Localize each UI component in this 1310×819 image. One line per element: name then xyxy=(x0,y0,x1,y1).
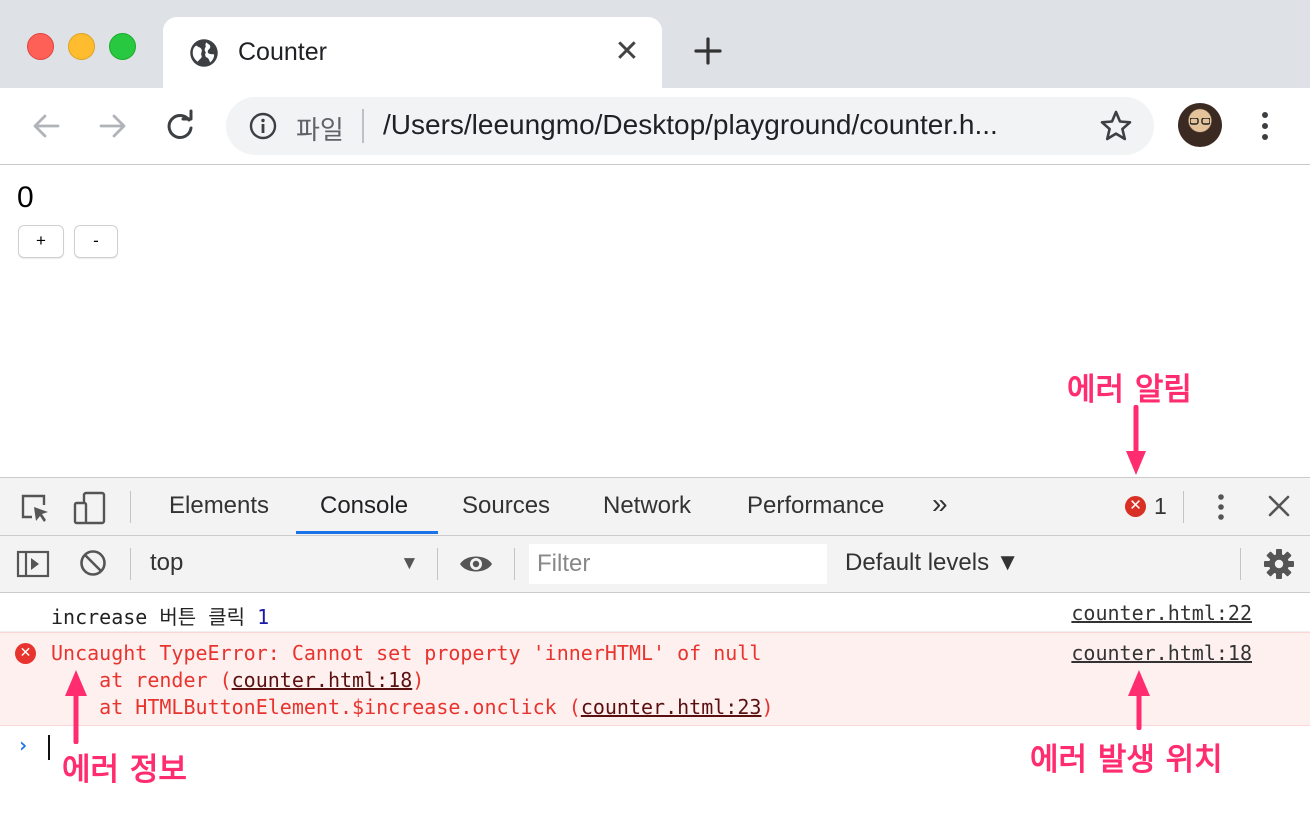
window-close-button[interactable] xyxy=(27,33,54,60)
tab-elements[interactable]: Elements xyxy=(169,492,269,520)
stack-frame-text: at HTMLButtonElement.$increase.onclick ( xyxy=(51,695,581,719)
tab-performance[interactable]: Performance xyxy=(747,492,884,520)
browser-menu-icon[interactable] xyxy=(1250,108,1280,144)
console-filter-input[interactable] xyxy=(529,544,827,584)
active-tab-indicator xyxy=(296,531,438,534)
clear-console-icon[interactable] xyxy=(78,548,108,578)
console-error-row: ✕ Uncaught TypeError: Cannot set propert… xyxy=(0,632,1310,726)
console-settings-gear-icon[interactable] xyxy=(1263,548,1295,580)
inspect-element-icon[interactable] xyxy=(18,491,52,525)
browser-titlebar: Counter ✕ xyxy=(0,0,1310,88)
increase-button[interactable]: + xyxy=(18,225,64,258)
devtools-menu-icon[interactable] xyxy=(1208,490,1234,524)
bookmark-star-icon[interactable] xyxy=(1098,108,1134,144)
log-number: 1 xyxy=(257,605,270,629)
toolbar-divider xyxy=(514,548,515,580)
console-sidebar-icon[interactable] xyxy=(16,549,50,579)
page-viewport: 0 + - xyxy=(0,165,1310,477)
stack-frame-text: ) xyxy=(761,695,774,719)
reload-icon[interactable] xyxy=(162,108,198,144)
stack-frame-link[interactable]: counter.html:23 xyxy=(581,695,762,719)
error-icon: ✕ xyxy=(15,643,36,664)
live-expression-eye-icon[interactable] xyxy=(458,550,494,578)
url-text[interactable]: /Users/leeungmo/Desktop/playground/count… xyxy=(383,109,998,141)
log-source-link[interactable]: counter.html:22 xyxy=(1071,601,1252,625)
decrease-button[interactable]: - xyxy=(74,225,118,258)
toolbar-divider xyxy=(130,491,131,523)
annotation-arrow-up-icon xyxy=(1128,670,1150,730)
tab-console[interactable]: Console xyxy=(320,492,408,520)
forward-arrow-icon[interactable] xyxy=(95,108,131,144)
error-count[interactable]: 1 xyxy=(1154,493,1167,520)
tab-sources[interactable]: Sources xyxy=(462,492,550,520)
console-output: increase 버튼 클릭 1 counter.html:22 ✕ Uncau… xyxy=(0,593,1310,819)
profile-avatar[interactable] xyxy=(1178,103,1222,147)
console-toolbar: top ▼ Default levels ▼ xyxy=(0,536,1310,593)
devtools-tab-bar: Elements Console Sources Network Perform… xyxy=(0,478,1310,536)
file-scheme-label: 파일 xyxy=(296,115,344,145)
stack-frame-onclick: at HTMLButtonElement.$increase.onclick (… xyxy=(51,695,773,719)
error-badge-icon[interactable]: ✕ xyxy=(1125,496,1146,517)
console-prompt-icon: › xyxy=(17,733,30,757)
annotation-arrow-up-icon xyxy=(65,670,87,744)
close-devtools-icon[interactable] xyxy=(1266,493,1292,519)
context-selector[interactable]: top xyxy=(150,549,183,577)
toolbar-divider xyxy=(437,548,438,580)
address-bar[interactable]: 파일 /Users/leeungmo/Desktop/playground/co… xyxy=(226,97,1154,155)
tab-counter[interactable]: Counter ✕ xyxy=(163,17,662,88)
more-tabs-icon[interactable]: » xyxy=(932,488,948,520)
browser-toolbar: 파일 /Users/leeungmo/Desktop/playground/co… xyxy=(0,88,1310,165)
annotation-arrow-down-icon xyxy=(1126,405,1146,475)
tab-title: Counter xyxy=(238,38,327,66)
tab-network[interactable]: Network xyxy=(603,492,691,520)
console-log-row: increase 버튼 클릭 1 counter.html:22 xyxy=(0,593,1310,632)
window-minimize-button[interactable] xyxy=(68,33,95,60)
toolbar-divider xyxy=(1240,548,1241,580)
avatar-face-icon xyxy=(1190,118,1210,125)
log-text: increase 버튼 클릭 xyxy=(51,605,258,629)
toolbar-divider xyxy=(1183,491,1184,523)
new-tab-icon[interactable] xyxy=(690,33,726,69)
console-input-caret[interactable] xyxy=(48,735,50,760)
stack-frame-text: ) xyxy=(412,668,425,692)
info-icon[interactable] xyxy=(248,111,278,141)
device-toolbar-icon[interactable] xyxy=(72,490,108,526)
counter-value: 0 xyxy=(17,181,34,214)
toolbar-divider xyxy=(130,548,131,580)
annotation-error-location: 에러 발생 위치 xyxy=(1030,742,1223,778)
url-separator xyxy=(362,109,364,143)
globe-icon xyxy=(190,39,218,67)
stack-frame-link[interactable]: counter.html:18 xyxy=(232,668,413,692)
annotation-error-info: 에러 정보 xyxy=(62,752,187,788)
log-message: increase 버튼 클릭 1 xyxy=(51,601,269,630)
log-levels-dropdown[interactable]: Default levels ▼ xyxy=(845,549,1020,577)
back-arrow-icon[interactable] xyxy=(28,108,64,144)
tab-close-icon[interactable]: ✕ xyxy=(612,34,642,70)
annotation-error-alert: 에러 알림 xyxy=(1067,372,1192,408)
stack-frame-render: at render (counter.html:18) xyxy=(51,668,424,692)
window-maximize-button[interactable] xyxy=(109,33,136,60)
error-source-link[interactable]: counter.html:18 xyxy=(1071,641,1252,665)
context-dropdown-icon[interactable]: ▼ xyxy=(400,553,419,575)
error-message: Uncaught TypeError: Cannot set property … xyxy=(51,641,762,665)
